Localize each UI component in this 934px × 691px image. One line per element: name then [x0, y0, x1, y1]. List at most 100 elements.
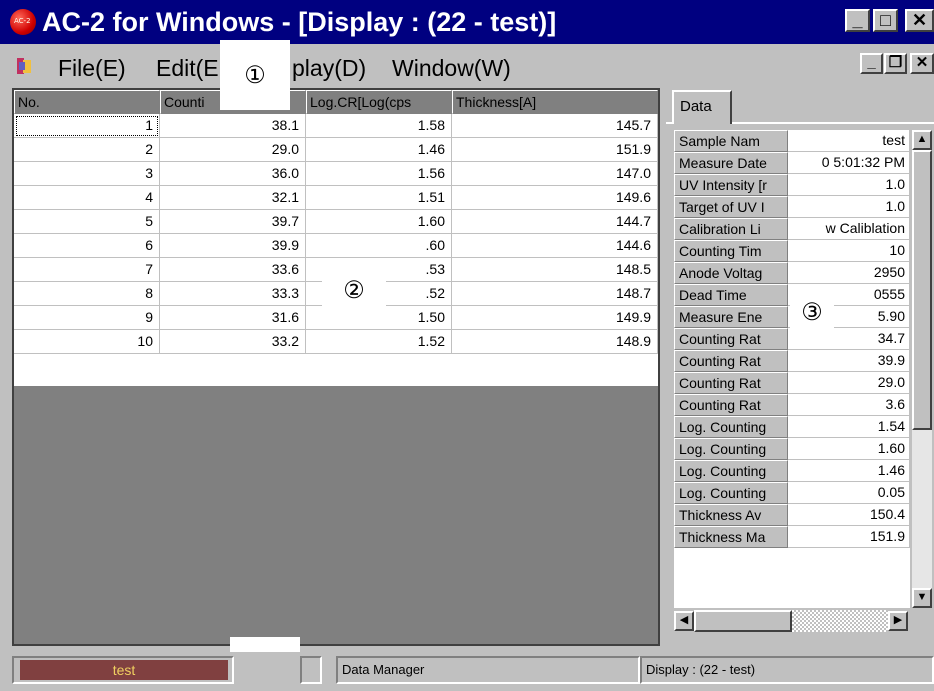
- cell-thickness[interactable]: 148.5: [452, 258, 658, 282]
- property-row[interactable]: Calibration Li w Caliblation: [674, 218, 910, 240]
- cell-logcr[interactable]: 1.52: [306, 330, 452, 354]
- cell-counting[interactable]: 33.6: [160, 258, 306, 282]
- property-row[interactable]: Log. Counting 1.60: [674, 438, 910, 460]
- table-row[interactable]: 10 33.2 1.52 148.9: [14, 330, 658, 354]
- cell-no[interactable]: 2: [14, 138, 160, 162]
- table-row[interactable]: 5 39.7 1.60 144.7: [14, 210, 658, 234]
- scroll-up-button[interactable]: ▲: [912, 130, 932, 150]
- cell-counting[interactable]: 39.9: [160, 234, 306, 258]
- maximize-button[interactable]: □: [873, 9, 898, 32]
- cell-no[interactable]: 10: [14, 330, 160, 354]
- table-row[interactable]: 2 29.0 1.46 151.9: [14, 138, 658, 162]
- property-value[interactable]: 0 5:01:32 PM: [788, 152, 910, 174]
- property-value[interactable]: 1.0: [788, 174, 910, 196]
- property-value[interactable]: 2950: [788, 262, 910, 284]
- scroll-right-button[interactable]: ▶: [888, 611, 908, 631]
- property-row[interactable]: Log. Counting 0.05: [674, 482, 910, 504]
- property-row[interactable]: Counting Rat 29.0: [674, 372, 910, 394]
- property-row[interactable]: Counting Rat 3.6: [674, 394, 910, 416]
- vertical-scrollbar[interactable]: ▲ ▼: [912, 130, 932, 608]
- document-icon[interactable]: [14, 56, 34, 76]
- property-value[interactable]: w Caliblation: [788, 218, 910, 240]
- cell-thickness[interactable]: 151.9: [452, 138, 658, 162]
- cell-no[interactable]: 9: [14, 306, 160, 330]
- cell-logcr[interactable]: 1.51: [306, 186, 452, 210]
- property-value[interactable]: 150.4: [788, 504, 910, 526]
- child-close-button[interactable]: ✕: [910, 53, 934, 74]
- property-value[interactable]: 151.9: [788, 526, 910, 548]
- cell-thickness[interactable]: 148.7: [452, 282, 658, 306]
- cell-no[interactable]: 6: [14, 234, 160, 258]
- cell-counting[interactable]: 33.2: [160, 330, 306, 354]
- cell-thickness[interactable]: 149.6: [452, 186, 658, 210]
- property-value[interactable]: 1.46: [788, 460, 910, 482]
- table-row[interactable]: 4 32.1 1.51 149.6: [14, 186, 658, 210]
- cell-counting[interactable]: 39.7: [160, 210, 306, 234]
- property-row[interactable]: Sample Nam test: [674, 130, 910, 152]
- property-row[interactable]: Log. Counting 1.46: [674, 460, 910, 482]
- property-value[interactable]: 1.54: [788, 416, 910, 438]
- property-value[interactable]: test: [788, 130, 910, 152]
- scroll-left-button[interactable]: ◀: [674, 611, 694, 631]
- cell-no[interactable]: 3: [14, 162, 160, 186]
- property-row[interactable]: Measure Date 0 5:01:32 PM: [674, 152, 910, 174]
- property-row[interactable]: Counting Rat 39.9: [674, 350, 910, 372]
- cell-logcr[interactable]: 1.56: [306, 162, 452, 186]
- child-restore-button[interactable]: ❐: [884, 53, 907, 74]
- cell-thickness[interactable]: 149.9: [452, 306, 658, 330]
- cell-counting[interactable]: 32.1: [160, 186, 306, 210]
- cell-no[interactable]: 8: [14, 282, 160, 306]
- cell-no[interactable]: 5: [14, 210, 160, 234]
- close-button[interactable]: ✕: [905, 9, 934, 32]
- menu-file[interactable]: File(E): [58, 55, 126, 81]
- scroll-thumb[interactable]: [912, 150, 932, 430]
- cell-thickness[interactable]: 145.7: [452, 114, 658, 138]
- cell-counting[interactable]: 38.1: [160, 114, 306, 138]
- cell-logcr[interactable]: 1.46: [306, 138, 452, 162]
- table-row[interactable]: 3 36.0 1.56 147.0: [14, 162, 658, 186]
- minimize-button[interactable]: _: [845, 9, 870, 32]
- cell-thickness[interactable]: 144.7: [452, 210, 658, 234]
- child-minimize-button[interactable]: _: [860, 53, 883, 74]
- property-row[interactable]: Thickness Ma 151.9: [674, 526, 910, 548]
- cell-counting[interactable]: 33.3: [160, 282, 306, 306]
- property-value[interactable]: 1.0: [788, 196, 910, 218]
- cell-no[interactable]: 4: [14, 186, 160, 210]
- app-icon[interactable]: AC-2: [10, 9, 36, 35]
- property-value[interactable]: 29.0: [788, 372, 910, 394]
- table-row[interactable]: 6 39.9 .60 144.6: [14, 234, 658, 258]
- hscroll-track[interactable]: [792, 610, 888, 632]
- col-header-thickness[interactable]: Thickness[A]: [452, 90, 658, 114]
- menu-window[interactable]: Window(W): [392, 55, 511, 81]
- cell-thickness[interactable]: 148.9: [452, 330, 658, 354]
- tab-data[interactable]: Data: [672, 90, 732, 124]
- table-row[interactable]: 1 38.1 1.58 145.7: [14, 114, 658, 138]
- cell-no[interactable]: 1: [14, 114, 160, 138]
- cell-thickness[interactable]: 147.0: [452, 162, 658, 186]
- scroll-down-button[interactable]: ▼: [912, 588, 932, 608]
- hscroll-thumb[interactable]: [694, 610, 792, 632]
- cell-no[interactable]: 7: [14, 258, 160, 282]
- property-value[interactable]: 10: [788, 240, 910, 262]
- col-header-no[interactable]: No.: [14, 90, 160, 114]
- menu-edit[interactable]: Edit(E: [156, 55, 219, 81]
- horizontal-scrollbar[interactable]: ◀ ▶: [674, 610, 910, 632]
- cell-logcr[interactable]: .60: [306, 234, 452, 258]
- cell-thickness[interactable]: 144.6: [452, 234, 658, 258]
- cell-counting[interactable]: 36.0: [160, 162, 306, 186]
- property-row[interactable]: Anode Voltag 2950: [674, 262, 910, 284]
- cell-counting[interactable]: 29.0: [160, 138, 306, 162]
- property-row[interactable]: Target of UV I 1.0: [674, 196, 910, 218]
- property-row[interactable]: Thickness Av 150.4: [674, 504, 910, 526]
- cell-counting[interactable]: 31.6: [160, 306, 306, 330]
- property-value[interactable]: 39.9: [788, 350, 910, 372]
- cell-logcr[interactable]: 1.58: [306, 114, 452, 138]
- property-row[interactable]: UV Intensity [r 1.0: [674, 174, 910, 196]
- col-header-logcr[interactable]: Log.CR[Log(cps: [306, 90, 452, 114]
- menu-display[interactable]: play(D): [292, 55, 366, 81]
- property-row[interactable]: Counting Tim 10: [674, 240, 910, 262]
- property-row[interactable]: Log. Counting 1.54: [674, 416, 910, 438]
- cell-logcr[interactable]: 1.60: [306, 210, 452, 234]
- property-value[interactable]: 0.05: [788, 482, 910, 504]
- property-value[interactable]: 1.60: [788, 438, 910, 460]
